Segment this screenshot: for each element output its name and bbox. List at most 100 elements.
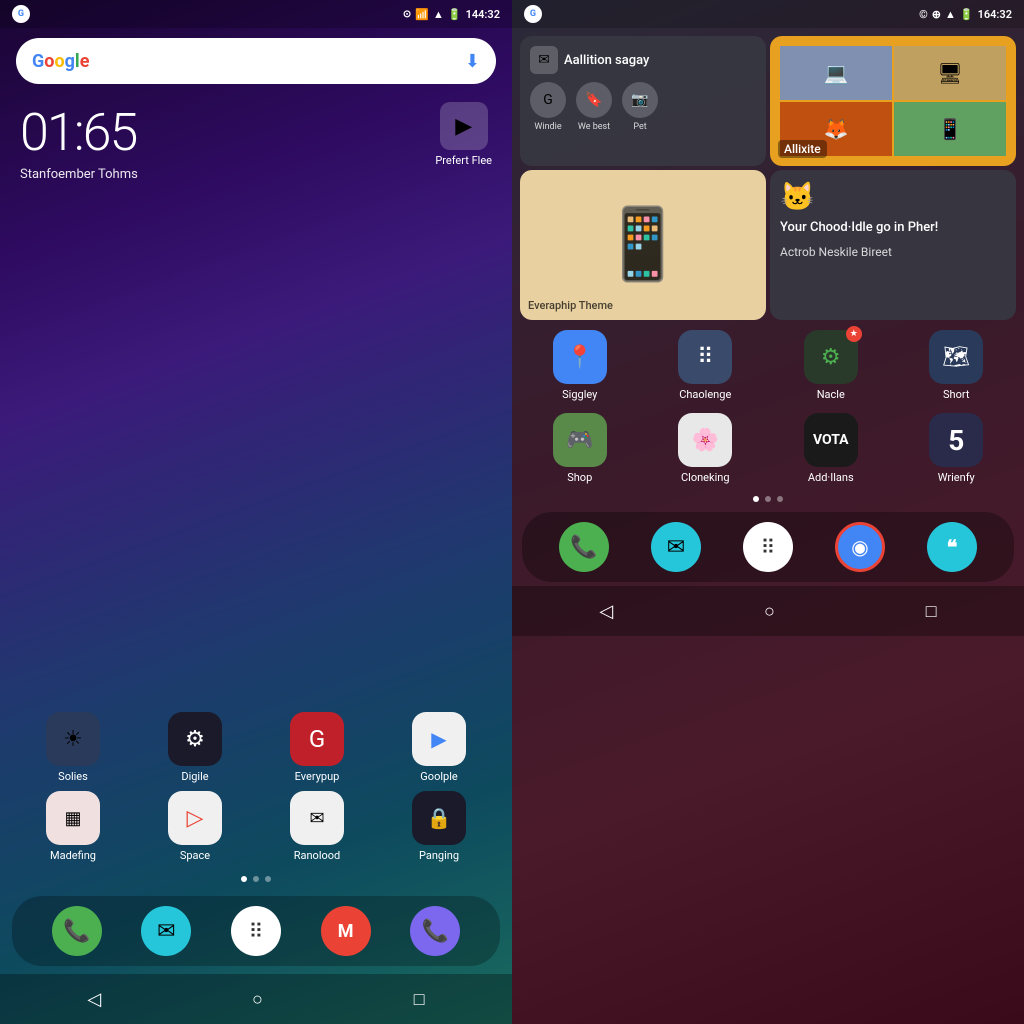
dot-1 — [241, 876, 247, 882]
dock-apps[interactable]: ⠿ — [231, 906, 281, 956]
signal-icon-r: ▲ — [945, 8, 956, 21]
status-icons-left: G — [12, 5, 30, 23]
panging-icon: 🔒 — [412, 791, 466, 845]
play-store-label: Prefert Flee — [435, 154, 492, 167]
app-siggley[interactable]: 📍 Siggley — [520, 330, 640, 401]
app-ranolood[interactable]: ✉ Ranolood — [260, 791, 374, 862]
recent-button-right[interactable]: □ — [926, 601, 937, 622]
digile-label: Digile — [181, 770, 208, 783]
back-button-left[interactable]: ◁ — [87, 989, 101, 1010]
cloneking-label: Cloneking — [681, 471, 730, 484]
clock-left: 01:65 Stanfoember Tohms — [20, 102, 138, 182]
app-solies[interactable]: ☀ Solies — [16, 712, 130, 783]
app-shop[interactable]: 🎮 Shop — [520, 413, 640, 484]
page-dots-right — [512, 490, 1024, 508]
nacle-badge: ★ — [846, 326, 862, 342]
quick-action-pet[interactable]: 📷 Pet — [622, 82, 658, 132]
dock-r-messages[interactable]: ❝ — [927, 522, 977, 572]
cat-icon-widget: 🐱 — [780, 180, 1006, 213]
madefing-icon: ▦ — [46, 791, 100, 845]
chaolenge-label: Chaolenge — [679, 388, 731, 401]
location-icon: ⊙ — [403, 9, 411, 20]
tech-img-4: 📱 — [894, 102, 1006, 156]
app-panging[interactable]: 🔒 Panging — [382, 791, 496, 862]
status-bar-left: G ⊙ 📶 ▲ 🔋 144:32 — [0, 0, 512, 28]
madefing-label: Madefing — [50, 849, 96, 862]
mic-icon[interactable]: ⬇ — [465, 51, 480, 72]
clock-date: Stanfoember Tohms — [20, 167, 138, 182]
addilans-icon: VOTA — [804, 413, 858, 467]
windie-label: Windie — [534, 122, 561, 132]
tech-img-2: 🖥 — [894, 46, 1006, 100]
widget-bottom-left[interactable]: 📱 Everaphip Theme — [520, 170, 766, 320]
widget-title-wrap: Aallition sagay — [564, 53, 649, 68]
play-store-icon[interactable]: ▶ — [440, 102, 488, 150]
phone-mockup: 📱 — [599, 204, 686, 286]
app-madefing[interactable]: ▦ Madefing — [16, 791, 130, 862]
app-everypup[interactable]: G Everypup — [260, 712, 374, 783]
widget-top-left[interactable]: ✉ Aallition sagay G Windie 🔖 We best 📷 P… — [520, 36, 766, 166]
app-wrienfy[interactable]: 5 Wrienfy — [897, 413, 1017, 484]
app-goolple[interactable]: ▶ Goolple — [382, 712, 496, 783]
dock-email[interactable]: ✉ — [141, 906, 191, 956]
dock-r-apps[interactable]: ⠿ — [743, 522, 793, 572]
app-chaolenge[interactable]: ⠿ Chaolenge — [646, 330, 766, 401]
g-logo-right: G — [524, 5, 542, 23]
app-addilans[interactable]: VOTA Add·Ilans — [771, 413, 891, 484]
cloneking-icon: 🌸 — [678, 413, 732, 467]
copyright-icon: © — [919, 8, 928, 21]
dock-r-email[interactable]: ✉ — [651, 522, 701, 572]
shop-label: Shop — [567, 471, 592, 484]
short-icon: 🗺 — [929, 330, 983, 384]
siggley-wrap: 📍 — [553, 330, 607, 384]
dock-gmail[interactable]: M — [321, 906, 371, 956]
battery-icon: 🔋 — [448, 8, 462, 21]
alert-icon: ⊕ — [932, 8, 941, 21]
phone-right: G © ⊕ ▲ 🔋 164:32 ✉ Aallition sagay G Win… — [512, 0, 1024, 1024]
app-cloneking[interactable]: 🌸 Cloneking — [646, 413, 766, 484]
time-left: 144:32 — [466, 8, 500, 21]
webest-label: We best — [578, 122, 610, 132]
google-search-bar[interactable]: Google ⬇ — [16, 38, 496, 84]
back-button-right[interactable]: ◁ — [599, 601, 613, 622]
status-info-left: ⊙ 📶 ▲ 🔋 144:32 — [403, 8, 500, 21]
goolple-icon: ▶ — [412, 712, 466, 766]
panging-label: Panging — [419, 849, 459, 862]
quick-action-webest[interactable]: 🔖 We best — [576, 82, 612, 132]
google-logo: Google — [32, 51, 89, 72]
widget-bottom-right[interactable]: 🐱 Your Chood·Idle go in Pher! Actrob Nes… — [770, 170, 1016, 320]
dot-r2 — [765, 496, 771, 502]
app-grid-right-row2: 🎮 Shop 🌸 Cloneking VOTA Add·Ilans 5 Wrie… — [512, 407, 1024, 490]
time-right: 164:32 — [978, 8, 1012, 21]
quick-actions: G Windie 🔖 We best 📷 Pet — [530, 82, 756, 132]
recent-button-left[interactable]: □ — [414, 989, 425, 1010]
dot-2 — [253, 876, 259, 882]
space-icon: ▷ — [168, 791, 222, 845]
widget-top-right[interactable]: 💻 🖥 🦊 📱 Allixite — [770, 36, 1016, 166]
dock-phone[interactable]: 📞 — [52, 906, 102, 956]
actrob-text: Actrob Neskile Bireet — [780, 245, 1006, 259]
dock-dialer[interactable]: 📞 — [410, 906, 460, 956]
widget-app-icon: ✉ — [530, 46, 558, 74]
solies-icon: ☀ — [46, 712, 100, 766]
home-button-left[interactable]: ○ — [252, 989, 263, 1010]
clock-time: 01:65 — [20, 102, 138, 163]
dot-3 — [265, 876, 271, 882]
app-space[interactable]: ▷ Space — [138, 791, 252, 862]
home-button-right[interactable]: ○ — [764, 601, 775, 622]
addilans-label: Add·Ilans — [808, 471, 854, 484]
nav-bar-left: ◁ ○ □ — [0, 974, 512, 1024]
app-digile[interactable]: ⚙ Digile — [138, 712, 252, 783]
dock-r-chrome[interactable]: ◉ — [835, 522, 885, 572]
status-bar-right: G © ⊕ ▲ 🔋 164:32 — [512, 0, 1024, 28]
nav-bar-right: ◁ ○ □ — [512, 586, 1024, 636]
shop-icon: 🎮 — [553, 413, 607, 467]
siggley-label: Siggley — [562, 388, 597, 401]
app-nacle[interactable]: ⚙ ★ Nacle — [771, 330, 891, 401]
quick-action-windie[interactable]: G Windie — [530, 82, 566, 132]
app-grid-right-row1: 📍 Siggley ⠿ Chaolenge ⚙ ★ Nacle 🗺 Short — [512, 324, 1024, 407]
dock-right: 📞 ✉ ⠿ ◉ ❝ — [522, 512, 1014, 582]
nacle-wrap: ⚙ ★ — [804, 330, 858, 384]
app-short[interactable]: 🗺 Short — [897, 330, 1017, 401]
dock-r-phone[interactable]: 📞 — [559, 522, 609, 572]
